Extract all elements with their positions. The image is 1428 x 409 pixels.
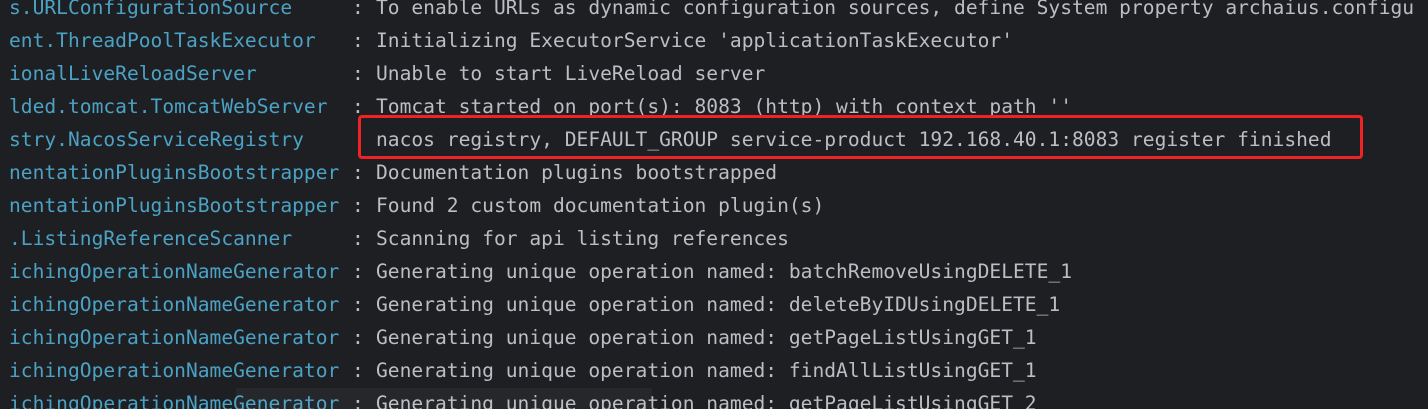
- log-separator: :: [352, 392, 364, 409]
- log-line: ichingOperationNameGenerator : Generatin…: [0, 354, 1428, 387]
- log-line: lded.tomcat.TomcatWebServer : Tomcat sta…: [0, 90, 1428, 123]
- log-message: Generating unique operation named: delet…: [376, 293, 1061, 316]
- log-line: nentationPluginsBootstrapper : Found 2 c…: [0, 189, 1428, 222]
- log-message: To enable URLs as dynamic configuration …: [376, 0, 1415, 19]
- log-line: ichingOperationNameGenerator : Generatin…: [0, 387, 1428, 409]
- logger-name: nentationPluginsBootstrapper: [9, 161, 340, 184]
- log-line: ent.ThreadPoolTaskExecutor : Initializin…: [0, 24, 1428, 57]
- logger-name: ent.ThreadPoolTaskExecutor: [9, 29, 316, 52]
- log-message: Unable to start LiveReload server: [376, 62, 766, 85]
- log-line-highlighted: stry.NacosServiceRegistry nacos registry…: [0, 123, 1428, 156]
- log-message: Generating unique operation named: getPa…: [376, 392, 1037, 409]
- log-line: ichingOperationNameGenerator : Generatin…: [0, 321, 1428, 354]
- log-separator: :: [352, 0, 364, 19]
- log-message: Generating unique operation named: findA…: [376, 359, 1037, 382]
- log-message: Tomcat started on port(s): 8083 (http) w…: [376, 95, 1072, 118]
- log-separator: :: [352, 29, 364, 52]
- log-line: ichingOperationNameGenerator : Generatin…: [0, 288, 1428, 321]
- logger-name: ionalLiveReloadServer: [9, 62, 257, 85]
- log-separator: :: [352, 194, 364, 217]
- logger-name: ichingOperationNameGenerator: [9, 326, 340, 349]
- log-message: Scanning for api listing references: [376, 227, 789, 250]
- logger-name: lded.tomcat.TomcatWebServer: [9, 95, 328, 118]
- log-separator: :: [352, 326, 364, 349]
- log-separator: :: [352, 62, 364, 85]
- log-message: Generating unique operation named: batch…: [376, 260, 1072, 283]
- logger-name: s.URLConfigurationSource: [9, 0, 293, 19]
- log-separator: :: [352, 359, 364, 382]
- log-line: .ListingReferenceScanner : Scanning for …: [0, 222, 1428, 255]
- log-message: Generating unique operation named: getPa…: [376, 326, 1037, 349]
- log-line: ichingOperationNameGenerator : Generatin…: [0, 255, 1428, 288]
- log-message: Initializing ExecutorService 'applicatio…: [376, 29, 1014, 52]
- logger-name: stry.NacosServiceRegistry: [9, 128, 304, 151]
- log-line: s.URLConfigurationSource : To enable URL…: [0, 0, 1428, 24]
- logger-name: ichingOperationNameGenerator: [9, 359, 340, 382]
- logger-name: .ListingReferenceScanner: [9, 227, 293, 250]
- log-separator: :: [352, 227, 364, 250]
- console-output[interactable]: s.URLConfigurationSource : To enable URL…: [0, 0, 1428, 409]
- log-message: nacos registry, DEFAULT_GROUP service-pr…: [376, 128, 1332, 151]
- log-separator: :: [352, 161, 364, 184]
- logger-name: nentationPluginsBootstrapper: [9, 194, 340, 217]
- logger-name: ichingOperationNameGenerator: [9, 293, 340, 316]
- log-line: nentationPluginsBootstrapper : Documenta…: [0, 156, 1428, 189]
- logger-name: ichingOperationNameGenerator: [9, 392, 340, 409]
- log-line: ionalLiveReloadServer : Unable to start …: [0, 57, 1428, 90]
- log-separator: :: [352, 260, 364, 283]
- log-separator: :: [352, 95, 364, 118]
- log-separator: :: [352, 293, 364, 316]
- log-message: Documentation plugins bootstrapped: [376, 161, 778, 184]
- logger-name: ichingOperationNameGenerator: [9, 260, 340, 283]
- log-message: Found 2 custom documentation plugin(s): [376, 194, 825, 217]
